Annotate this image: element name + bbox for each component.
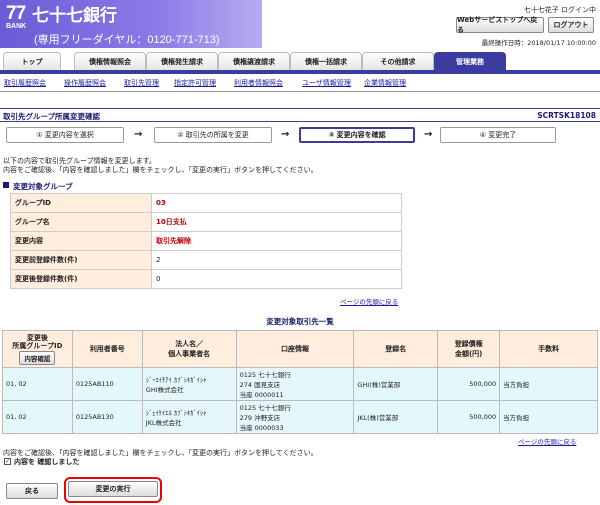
info-value: 10日支払: [151, 212, 402, 232]
step-arrow-icon: →: [424, 129, 433, 140]
tab-management[interactable]: 管理業務: [434, 52, 506, 70]
step-4: ④ 変更完了: [440, 127, 556, 143]
col-corp-name: 法人名／ 個人事業者名: [141, 330, 237, 368]
step-3-current: ③ 変更内容を確認: [299, 127, 415, 143]
tab-other-request[interactable]: その他請求: [362, 52, 434, 70]
subnav-user-management[interactable]: ユーザ情報管理: [302, 78, 351, 88]
group-section-heading: 変更対象グループ: [13, 182, 73, 191]
cell-account: 0125 七十七銀行 279 沖野支店 当座 0000033: [235, 400, 355, 434]
tab-credit-issue[interactable]: 債権発生請求: [146, 52, 218, 70]
cell-reg-name: JKL(株)営業部: [353, 400, 439, 434]
subnav-transaction-history[interactable]: 取引履歴照会: [4, 78, 46, 88]
section-marker-icon: [3, 182, 9, 188]
corp-kana: ｼﾞｪｲｹｲｴﾙ ｶﾌﾞｼｷｶﾞｲｼｬ: [145, 409, 207, 417]
header-banner: 77 BANK 七十七銀行 (専用フリーダイヤル：0120-771-713): [0, 0, 262, 48]
subnav-operation-history[interactable]: 操作履歴照会: [64, 78, 106, 88]
cell-user-no: 0125AB130: [71, 400, 143, 434]
instruction-line-2: 内容をご確認後、「内容を確認しました」欄をチェックし、「変更の実行」ボタンを押し…: [3, 166, 318, 174]
confirm-checkbox-label: 内容を 確認しました: [14, 458, 80, 466]
content-confirm-button[interactable]: 内容確認: [19, 350, 56, 365]
cell-limit: 500,000: [437, 400, 501, 434]
step-2: ② 取引先の所属を変更: [154, 127, 272, 143]
col-account: 口座情報: [235, 330, 355, 368]
step-1: ① 変更内容を選択: [6, 127, 124, 143]
branch: 279 沖野支店: [239, 414, 281, 422]
bank: 0125 七十七銀行: [239, 404, 291, 412]
account-no: 当座 0000033: [239, 424, 284, 432]
cell-corp: ｼﾞｪｲｹｲｴﾙ ｶﾌﾞｼｷｶﾞｲｼｬ JKL株式会社: [141, 400, 237, 434]
back-button[interactable]: 戻る: [6, 483, 58, 499]
subnav-user-info[interactable]: 利用者情報照会: [234, 78, 283, 88]
cell-fee: 当方負担: [499, 367, 598, 401]
info-value: 0: [151, 269, 402, 289]
last-operation-time: 最終操作日時：2018/01/17 10:00:00: [481, 39, 596, 47]
tab-credit-transfer[interactable]: 債権譲渡請求: [218, 52, 290, 70]
info-row-before-count: 変更前登録件数(件) 2: [10, 250, 402, 270]
col-limit: 登録債権 金額(円): [437, 330, 501, 368]
bank-logo-text: BANK: [6, 23, 27, 30]
step-arrow-icon: →: [134, 129, 143, 140]
cell-fee: 当方負担: [499, 400, 598, 434]
list-title: 変更対象取引先一覧: [266, 317, 334, 326]
bank: 0125 七十七銀行: [239, 371, 291, 379]
account-no: 当座 0000011: [239, 391, 284, 399]
cell-group: 01, 02: [2, 400, 73, 434]
col-reg-name: 登録名: [353, 330, 439, 368]
bank-name: 七十七銀行: [32, 6, 117, 25]
cell-group: 01, 02: [2, 367, 73, 401]
info-value: 取引先解除: [151, 231, 402, 251]
group-info-table: グループID 03 グループ名 10日支払 変更内容 取引先解除 変更前登録件数(件)…: [10, 193, 402, 289]
hotline-number: (専用フリーダイヤル：0120-771-713): [34, 34, 220, 46]
corp-name: GHI株式会社: [145, 386, 184, 394]
info-label: グループ名: [10, 212, 152, 232]
info-label: 変更後登録件数(件): [10, 269, 152, 289]
info-row-group-id: グループID 03: [10, 193, 402, 213]
page-top-link[interactable]: ページの先頭に戻る: [340, 296, 398, 306]
info-row-after-count: 変更後登録件数(件) 0: [10, 269, 402, 289]
info-row-group-name: グループ名 10日支払: [10, 212, 402, 232]
col-fee: 手数料: [499, 330, 598, 368]
table-header-row: 変更後 所属グループID 内容確認 利用者番号 法人名／ 個人事業者名 口座情報…: [2, 330, 598, 368]
cell-account: 0125 七十七銀行 274 国見支店 当座 0000011: [235, 367, 355, 401]
cell-reg-name: GHI(株)営業部: [353, 367, 439, 401]
col-group-header: 変更後 所属グループID 内容確認: [2, 330, 73, 368]
execute-change-button[interactable]: 変更の実行: [68, 481, 158, 497]
info-value: 03: [151, 193, 402, 213]
tab-credit-info[interactable]: 債権情報照会: [74, 52, 146, 70]
page-title-bar: 取引先グループ所属変更確認 SCRTSK18108: [0, 108, 600, 122]
info-label: 変更内容: [10, 231, 152, 251]
user-status: 七十七花子 ログイン中: [523, 6, 596, 14]
cell-corp: ｼﾞｰｴｲﾁｱｲ ｶﾌﾞｼｷｶﾞｲｼｬ GHI株式会社: [141, 367, 237, 401]
web-service-top-button[interactable]: Webサービストップへ戻る: [456, 16, 544, 34]
page-title: 取引先グループ所属変更確認: [3, 112, 101, 121]
corp-name: JKL株式会社: [145, 419, 182, 427]
col-user-no: 利用者番号: [71, 330, 143, 368]
col-group-label: 変更後 所属グループID: [12, 333, 63, 350]
info-label: 変更前登録件数(件): [10, 250, 152, 270]
branch: 274 国見支店: [239, 381, 281, 389]
sub-nav: 取引履歴照会 操作履歴照会 取引先管理 指定許可管理 利用者情報照会 ユーザ情報…: [0, 78, 600, 92]
table-row: 01, 02 0125AB110 ｼﾞｰｴｲﾁｱｲ ｶﾌﾞｼｷｶﾞｲｼｬ GHI株…: [2, 367, 598, 401]
cell-limit: 500,000: [437, 367, 501, 401]
partner-list-table: 変更後 所属グループID 内容確認 利用者番号 法人名／ 個人事業者名 口座情報…: [2, 330, 598, 434]
subnav-company-info[interactable]: 企業情報管理: [364, 78, 406, 88]
subnav-partner-management[interactable]: 取引先管理: [124, 78, 159, 88]
info-value: 2: [151, 250, 402, 270]
tab-top[interactable]: トップ: [3, 52, 61, 70]
tab-bulk-request[interactable]: 債権一括請求: [290, 52, 362, 70]
confirm-checkbox[interactable]: ✓: [4, 458, 11, 465]
corp-kana: ｼﾞｰｴｲﾁｱｲ ｶﾌﾞｼｷｶﾞｲｼｬ: [145, 376, 207, 384]
subnav-permission-management[interactable]: 指定許可管理: [174, 78, 216, 88]
main-nav: トップ 債権情報照会 債権発生請求 債権譲渡請求 債権一括請求 その他請求 管理…: [0, 52, 600, 74]
table-row: 01, 02 0125AB130 ｼﾞｪｲｹｲｴﾙ ｶﾌﾞｼｷｶﾞｲｼｬ JKL株…: [2, 400, 598, 434]
info-row-change: 変更内容 取引先解除: [10, 231, 402, 251]
logout-button[interactable]: ログアウト: [548, 17, 594, 33]
cell-user-no: 0125AB110: [71, 367, 143, 401]
info-label: グループID: [10, 193, 152, 213]
page-top-link-2[interactable]: ページの先頭に戻る: [518, 436, 576, 446]
screen-id: SCRTSK18108: [537, 111, 596, 120]
step-arrow-icon: →: [281, 129, 290, 140]
bank-logo-number: 77: [6, 3, 26, 24]
